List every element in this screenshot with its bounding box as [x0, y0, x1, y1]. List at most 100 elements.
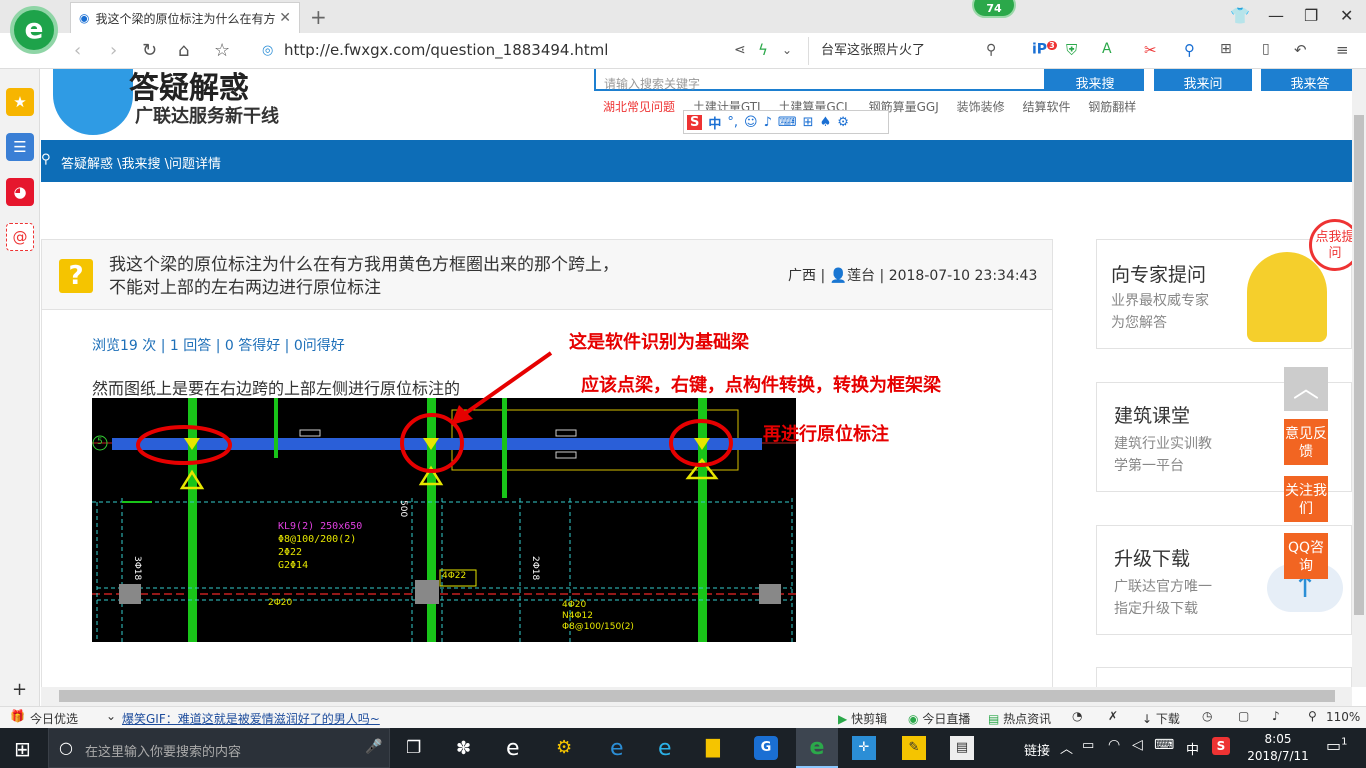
close-tab-icon[interactable]: ✕ [279, 10, 291, 26]
zoom-icon[interactable]: ⚲ [1308, 709, 1317, 723]
taskbar-search[interactable]: ○ 在这里输入你要搜索的内容 🎤 [48, 728, 390, 768]
browser-logo-icon[interactable]: e [10, 6, 58, 54]
keyboard-icon[interactable]: ⌨ [778, 115, 797, 130]
active-browser-app-icon[interactable]: e [796, 728, 838, 768]
tab-active[interactable]: ◉ 我这个梁的原位标注为什么在有方 ✕ [70, 2, 300, 33]
undo-icon[interactable]: ↶ [1294, 41, 1307, 59]
wifi-icon[interactable]: ◠ [1108, 737, 1120, 753]
settings-app-icon[interactable]: ⚙ [556, 737, 572, 758]
pinwheel-app-icon[interactable]: ✽ [456, 738, 471, 759]
g-app-icon[interactable]: G [754, 736, 778, 760]
float-ask-button[interactable]: 点我提问 [1309, 219, 1352, 271]
mic-icon[interactable]: ♪ [764, 115, 772, 130]
speaker-icon[interactable]: ♪ [1272, 709, 1280, 723]
restore-button[interactable]: ❐ [1304, 6, 1318, 25]
clock-icon[interactable]: ◷ [1202, 709, 1212, 723]
cad-image[interactable]: 5 KL9(2) 250x650 Φ8@100/200(2) 2Φ22 G2Φ1… [92, 398, 796, 642]
reader-icon[interactable]: ☰ [6, 133, 34, 161]
notification-icon[interactable]: ▭1 [1326, 736, 1348, 755]
speed-icon[interactable]: ◔ [1072, 709, 1082, 723]
ie2-app-icon[interactable]: e [658, 736, 672, 761]
ie-app-icon[interactable]: e [610, 736, 624, 761]
qq-button[interactable]: QQ咨询 [1284, 533, 1328, 579]
menu-icon[interactable]: ≡ [1336, 41, 1349, 59]
mic-icon[interactable]: 🎤 [365, 739, 382, 755]
add-sidebar-icon[interactable]: + [12, 679, 27, 700]
search-icon[interactable]: ⚲ [986, 42, 996, 58]
download-link[interactable]: ↓ 下载 [1142, 710, 1180, 727]
magnifier-icon[interactable]: ⚲ [1184, 41, 1195, 59]
hot-link[interactable]: 湖北常见问题 [603, 100, 675, 114]
mail-icon[interactable]: @ [6, 223, 34, 251]
feedback-button[interactable]: 意见反馈 [1284, 419, 1328, 465]
refresh-icon[interactable]: ↻ [142, 40, 157, 61]
sogou-tray-icon[interactable]: S [1212, 737, 1230, 755]
phone-icon[interactable]: ▯ [1262, 41, 1270, 57]
star-icon[interactable]: ☆ [214, 40, 230, 61]
live-link[interactable]: ◉ 今日直播 [908, 710, 970, 727]
grid-icon[interactable]: ⊞ [803, 115, 814, 130]
weibo-icon[interactable]: ◕ [6, 178, 34, 206]
skin-icon[interactable]: ♠ [820, 115, 832, 130]
emoji-icon[interactable]: ☺ [744, 115, 758, 130]
close-window-button[interactable]: ✕ [1340, 6, 1353, 25]
wrench-icon[interactable]: ⚙ [837, 115, 849, 130]
ime-toolbar[interactable]: S 中 °, ☺ ♪ ⌨ ⊞ ♠ ⚙ [683, 110, 889, 134]
minimize-button[interactable]: — [1268, 6, 1284, 25]
back-to-top-button[interactable]: ︿ [1284, 367, 1328, 411]
update-badge[interactable]: 74 [972, 0, 1016, 18]
search-box[interactable]: 台军这张照片火了 [808, 37, 1008, 65]
new-tab-button[interactable]: + [310, 5, 327, 29]
ask-button[interactable]: 我来问 [1154, 69, 1252, 92]
window-icon[interactable]: ▢ [1238, 709, 1249, 723]
volume-icon[interactable]: ◁ [1132, 737, 1143, 753]
ip-extension-icon[interactable]: iP 3 [1032, 41, 1057, 58]
lightning-icon[interactable]: ϟ [758, 41, 768, 59]
question-user[interactable]: 莲台 [847, 268, 875, 284]
hot-link[interactable]: 装饰装修 [957, 100, 1005, 114]
favorites-icon[interactable]: ★ [6, 88, 34, 116]
scissors-icon[interactable]: ✂ [1144, 41, 1157, 59]
punct-icon[interactable]: °, [727, 115, 738, 130]
doc-app-icon[interactable]: ▤ [950, 736, 974, 760]
shirt-icon[interactable]: 👕 [1230, 6, 1250, 25]
site-search-input[interactable]: 请输入搜索关键字 [594, 69, 1046, 91]
horizontal-scrollbar[interactable] [41, 687, 1352, 706]
notes-app-icon[interactable]: ✎ [902, 736, 926, 760]
follow-button[interactable]: 关注我们 [1284, 476, 1328, 522]
folder-app-icon[interactable]: ▇ [706, 737, 720, 758]
ime-lang-label[interactable]: 中 [708, 113, 721, 132]
pin-app-icon[interactable]: ✛ [852, 736, 876, 760]
translate-icon[interactable]: A [1102, 41, 1112, 57]
shield-icon[interactable]: ⛨ [1066, 41, 1077, 59]
back-icon[interactable]: ‹ [74, 40, 81, 61]
news-ticker[interactable]: 爆笑GIF：难道这就是被爱情滋润好了的男人吗~ [122, 710, 380, 727]
keyboard-icon[interactable]: ⌨ [1154, 737, 1174, 753]
hot-news-link[interactable]: ▤ 热点资讯 [988, 710, 1051, 727]
chevron-down-icon[interactable]: ⌄ [106, 709, 116, 723]
search-button[interactable]: 我来搜 [1046, 69, 1144, 92]
hot-link[interactable]: 结算软件 [1022, 100, 1070, 114]
today-picks[interactable]: 今日优选 [30, 710, 78, 727]
chevron-up-icon[interactable]: ︿ [1060, 738, 1073, 757]
home-icon[interactable]: ⌂ [178, 40, 189, 61]
tools-icon[interactable]: ✗ [1108, 709, 1118, 723]
task-view-icon[interactable]: ❐ [406, 738, 421, 758]
quickcut-link[interactable]: ▶ 快剪辑 [838, 710, 887, 727]
link-label[interactable]: 链接 [1024, 740, 1050, 759]
windows-start-icon[interactable]: ⊞ [14, 737, 31, 761]
address-bar[interactable]: http://e.fwxgx.com/question_1883494.html [284, 41, 608, 59]
vertical-scrollbar[interactable] [1352, 69, 1366, 687]
forward-icon[interactable]: › [110, 40, 117, 61]
site-logo-mascot[interactable] [53, 69, 133, 135]
zoom-level[interactable]: 110% [1326, 710, 1360, 724]
battery-icon[interactable]: ▭ [1082, 738, 1094, 753]
edge-browser-app-icon[interactable]: e [506, 736, 520, 761]
hot-link[interactable]: 钢筋翻样 [1088, 100, 1136, 114]
chevron-down-icon[interactable]: ⌄ [782, 43, 792, 57]
apps-icon[interactable]: ⊞ [1220, 41, 1232, 57]
question-region[interactable]: 广西 [788, 268, 816, 284]
share-icon[interactable]: ⋖ [734, 42, 746, 58]
clock[interactable]: 8:05 2018/7/11 [1244, 731, 1312, 765]
answer-button[interactable]: 我来答 [1261, 69, 1352, 92]
